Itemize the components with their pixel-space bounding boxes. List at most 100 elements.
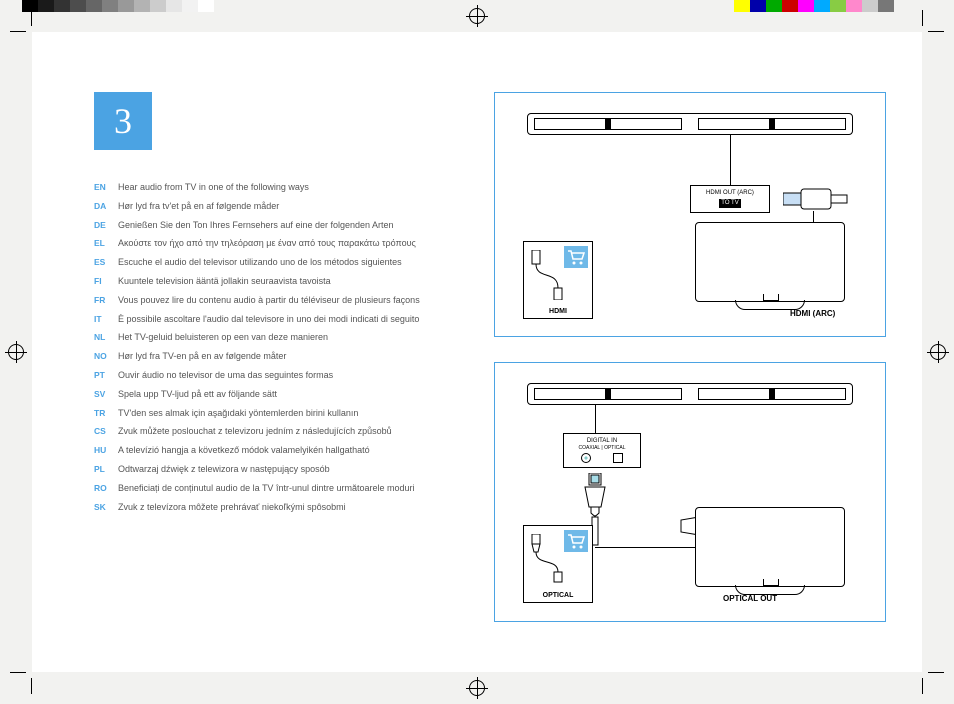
language-instructions-list: ENHear audio from TV in one of the follo… <box>94 180 464 518</box>
language-code: RO <box>94 481 118 496</box>
diagram-optical: DIGITAL IN COAXIAL | OPTICAL <box>494 362 886 622</box>
crop-mark <box>10 672 26 673</box>
crop-mark <box>31 10 32 26</box>
language-text: Zvuk z televízora môžete prehrávať nieko… <box>118 500 464 515</box>
language-text: Hør lyd fra tv'et på en af følgende måde… <box>118 199 464 214</box>
color-swatch <box>846 0 862 12</box>
language-text: A televízió hangja a következő módok val… <box>118 443 464 458</box>
language-text: Odtwarzaj dźwięk z telewizora w następuj… <box>118 462 464 477</box>
language-row: DEGenießen Sie den Ton Ihres Fernsehers … <box>94 218 464 233</box>
cart-icon <box>564 530 588 552</box>
color-swatch <box>38 0 54 12</box>
language-code: DE <box>94 218 118 233</box>
hdmi-cable-accessory: HDMI <box>523 241 593 319</box>
language-row: NLHet TV-geluid beluisteren op een van d… <box>94 330 464 345</box>
language-row: FIKuuntele television ääntä jollakin seu… <box>94 274 464 289</box>
color-swatch <box>878 0 894 12</box>
hdmi-port-callout: HDMI OUT (ARC) TO TV <box>690 185 770 213</box>
connector-line <box>730 135 731 185</box>
crop-mark <box>10 31 26 32</box>
color-swatch <box>766 0 782 12</box>
color-swatch <box>150 0 166 12</box>
digital-in-port-callout: DIGITAL IN COAXIAL | OPTICAL <box>563 433 641 468</box>
language-row: PTOuvir áudio no televisor de uma das se… <box>94 368 464 383</box>
page-content: 3 ENHear audio from TV in one of the fol… <box>32 32 922 672</box>
color-swatch <box>798 0 814 12</box>
language-row: CSZvuk můžete poslouchat z televizoru je… <box>94 424 464 439</box>
language-text: Genießen Sie den Ton Ihres Fernsehers au… <box>118 218 464 233</box>
language-row: NOHør lyd fra TV-en på en av følgende må… <box>94 349 464 364</box>
cable-label: OPTICAL <box>524 592 592 599</box>
color-swatch <box>862 0 878 12</box>
language-code: EL <box>94 236 118 251</box>
color-swatch <box>814 0 830 12</box>
crop-mark <box>922 678 923 694</box>
language-row: TRTV'den ses almak için aşağıdaki yöntem… <box>94 406 464 421</box>
language-code: DA <box>94 199 118 214</box>
color-swatch <box>198 0 214 12</box>
color-swatch <box>750 0 766 12</box>
language-code: CS <box>94 424 118 439</box>
language-code: NO <box>94 349 118 364</box>
cable-label: HDMI <box>524 308 592 315</box>
color-swatch <box>830 0 846 12</box>
language-code: SK <box>94 500 118 515</box>
soundbar-illustration <box>527 383 853 405</box>
language-text: Ακούστε τον ήχο από την τηλεόραση με ένα… <box>118 236 464 251</box>
language-text: Hør lyd fra TV-en på en av følgende måte… <box>118 349 464 364</box>
color-swatch <box>86 0 102 12</box>
soundbar-illustration <box>527 113 853 135</box>
color-swatch <box>734 0 750 12</box>
language-row: SVSpela upp TV-ljud på ett av följande s… <box>94 387 464 402</box>
printer-colorbar-grayscale <box>22 0 214 12</box>
language-row: ENHear audio from TV in one of the follo… <box>94 180 464 195</box>
language-row: FRVous pouvez lire du contenu audio à pa… <box>94 293 464 308</box>
language-code: TR <box>94 406 118 421</box>
language-text: Spela upp TV-ljud på ett av följande sät… <box>118 387 464 402</box>
diagram-hdmi: HDMI OUT (ARC) TO TV HDMI <box>494 92 886 337</box>
step-number: 3 <box>114 100 132 142</box>
language-text: Vous pouvez lire du contenu audio à part… <box>118 293 464 308</box>
language-code: NL <box>94 330 118 345</box>
language-code: EN <box>94 180 118 195</box>
language-code: FI <box>94 274 118 289</box>
port-label-line1: DIGITAL IN <box>570 438 634 445</box>
language-code: SV <box>94 387 118 402</box>
port-label-line1: HDMI OUT (ARC) <box>697 190 763 197</box>
language-code: PL <box>94 462 118 477</box>
port-label-line2: TO TV <box>719 199 740 208</box>
language-code: PT <box>94 368 118 383</box>
language-code: HU <box>94 443 118 458</box>
color-swatch <box>182 0 198 12</box>
language-row: HUA televízió hangja a következő módok v… <box>94 443 464 458</box>
registration-mark-bottom <box>469 680 485 696</box>
registration-mark-right <box>930 344 946 360</box>
color-swatch <box>166 0 182 12</box>
language-row: ELΑκούστε τον ήχο από την τηλεόραση με έ… <box>94 236 464 251</box>
language-code: ES <box>94 255 118 270</box>
tv-port-label: HDMI (ARC) <box>790 309 835 318</box>
language-text: È possibile ascoltare l'audio dal televi… <box>118 312 464 327</box>
color-swatch <box>70 0 86 12</box>
step-number-box: 3 <box>94 92 152 150</box>
crop-mark <box>928 672 944 673</box>
language-row: DAHør lyd fra tv'et på en af følgende må… <box>94 199 464 214</box>
tv-illustration <box>695 507 845 605</box>
optical-cable-accessory: OPTICAL <box>523 525 593 603</box>
crop-mark <box>31 678 32 694</box>
language-code: FR <box>94 293 118 308</box>
language-text: Zvuk můžete poslouchat z televizoru jedn… <box>118 424 464 439</box>
language-row: PLOdtwarzaj dźwięk z telewizora w następ… <box>94 462 464 477</box>
color-swatch <box>134 0 150 12</box>
language-text: Kuuntele television ääntä jollakin seura… <box>118 274 464 289</box>
crop-mark <box>928 31 944 32</box>
language-row: ESEscuche el audio del televisor utiliza… <box>94 255 464 270</box>
color-swatch <box>782 0 798 12</box>
color-swatch <box>54 0 70 12</box>
tv-port-label: OPTICAL OUT <box>723 594 777 603</box>
crop-mark <box>922 10 923 26</box>
registration-mark-left <box>8 344 24 360</box>
language-text: TV'den ses almak için aşağıdaki yöntemle… <box>118 406 464 421</box>
connector-line <box>595 405 596 433</box>
tv-illustration <box>695 222 845 320</box>
